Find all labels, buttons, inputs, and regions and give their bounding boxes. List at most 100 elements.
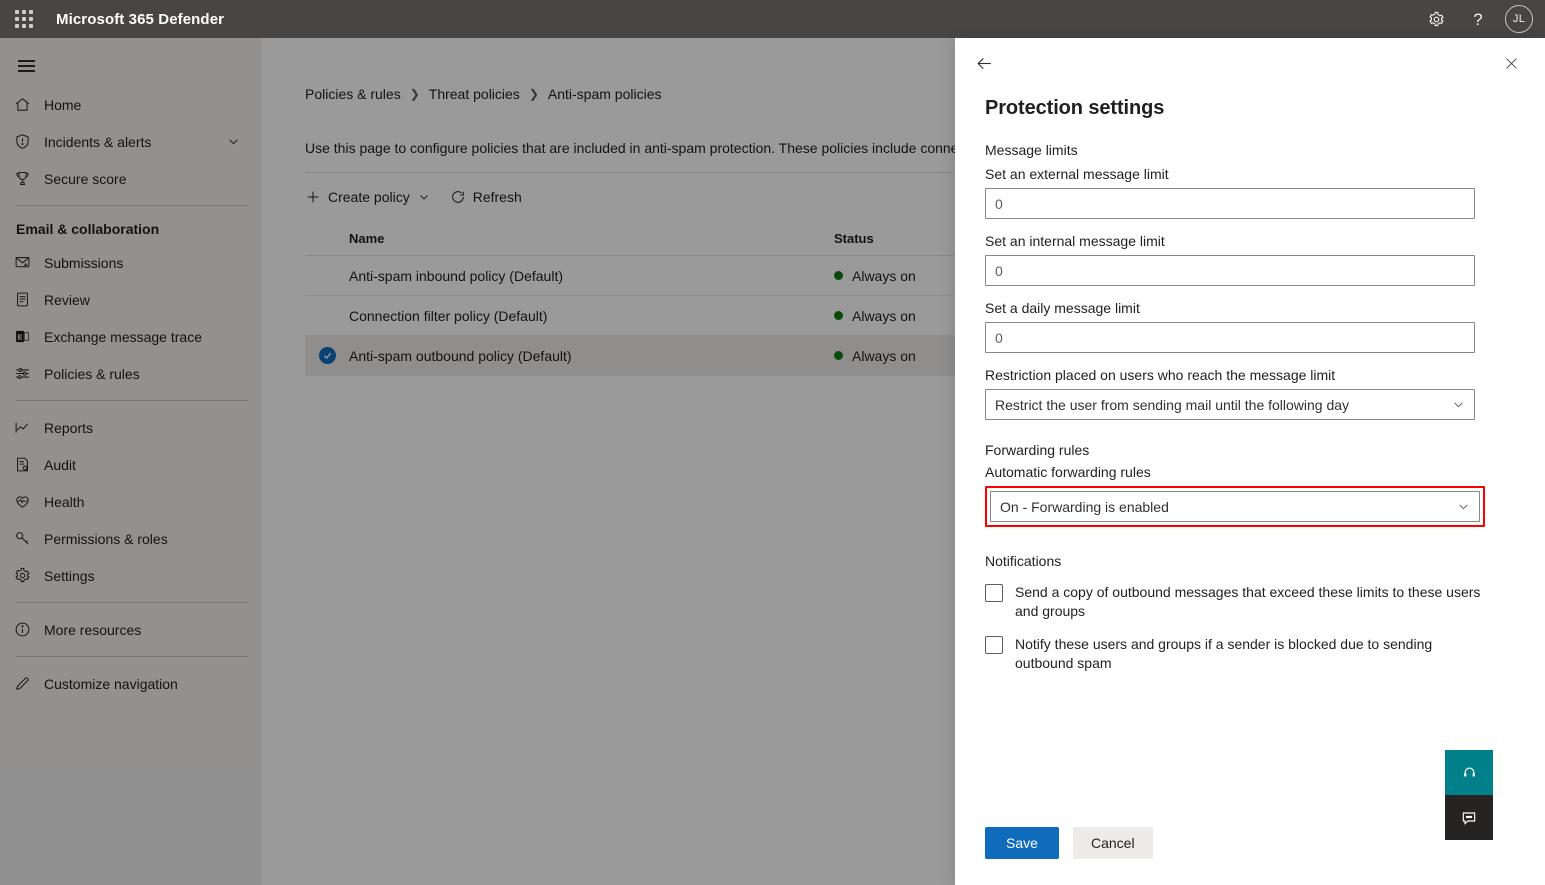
nav-divider — [16, 400, 248, 401]
sidebar-item-label: Reports — [44, 420, 93, 436]
sidebar-item-reports[interactable]: Reports — [0, 409, 262, 446]
sidebar-item-exchange-message-trace[interactable]: E Exchange message trace — [0, 318, 262, 355]
audit-document-icon — [14, 456, 44, 473]
daily-message-limit-input[interactable] — [985, 322, 1475, 353]
status-dot-icon — [834, 311, 843, 320]
daily-limit-label: Set a daily message limit — [985, 300, 1515, 316]
cancel-button[interactable]: Cancel — [1073, 827, 1153, 859]
sidebar-item-secure-score[interactable]: Secure score — [0, 160, 262, 197]
chevron-down-icon[interactable] — [227, 135, 240, 148]
breadcrumb-item-threat-policies[interactable]: Threat policies — [429, 86, 520, 102]
exchange-icon: E — [14, 328, 44, 345]
avatar[interactable]: JL — [1505, 5, 1533, 33]
automatic-forwarding-dropdown[interactable]: On - Forwarding is enabled — [990, 491, 1480, 522]
external-message-limit-input[interactable] — [985, 188, 1475, 219]
headset-icon[interactable] — [1445, 750, 1493, 795]
forwarding-selected-value: On - Forwarding is enabled — [1000, 499, 1457, 515]
refresh-button[interactable]: Refresh — [450, 189, 522, 205]
status-label: Always on — [852, 308, 916, 324]
close-icon[interactable] — [1495, 47, 1527, 79]
nav-divider — [16, 602, 248, 603]
back-arrow-icon[interactable] — [968, 47, 1000, 79]
sidebar-item-home[interactable]: Home — [0, 86, 262, 123]
create-policy-button[interactable]: Create policy — [305, 189, 430, 205]
sidebar-item-label: Review — [44, 292, 90, 308]
status-label: Always on — [852, 348, 916, 364]
sidebar-item-label: More resources — [44, 622, 141, 638]
suite-header-actions: ? JL — [1415, 0, 1545, 38]
sidebar-item-label: Audit — [44, 457, 76, 473]
sidebar-item-more-resources[interactable]: More resources — [0, 611, 262, 648]
nav-divider — [16, 656, 248, 657]
automatic-forwarding-label: Automatic forwarding rules — [985, 464, 1515, 480]
page-title: Protection settings — [955, 88, 1545, 120]
shield-alert-icon — [14, 133, 44, 150]
sidebar-item-review[interactable]: Review — [0, 281, 262, 318]
sidebar-item-audit[interactable]: Audit — [0, 446, 262, 483]
sidebar-item-label: Customize navigation — [44, 676, 178, 692]
sidebar-item-label: Incidents & alerts — [44, 134, 151, 150]
sidebar-item-label: Secure score — [44, 171, 126, 187]
question-mark-icon[interactable]: ? — [1457, 0, 1499, 38]
left-navigation: Home Incidents & alerts — [0, 38, 262, 885]
create-policy-label: Create policy — [328, 189, 410, 205]
status-label: Always on — [852, 268, 916, 284]
suite-title: Microsoft 365 Defender — [56, 11, 224, 28]
section-heading-message-limits: Message limits — [985, 142, 1515, 158]
app-launcher-icon[interactable] — [0, 0, 48, 38]
send-copy-checkbox[interactable] — [985, 584, 1003, 602]
panel-header — [955, 38, 1545, 88]
restriction-dropdown[interactable]: Restrict the user from sending mail unti… — [985, 389, 1475, 420]
info-circle-icon — [14, 621, 44, 638]
notification-checkbox-row[interactable]: Send a copy of outbound messages that ex… — [985, 583, 1515, 621]
chevron-down-icon — [1457, 500, 1470, 513]
notify-blocked-sender-label: Notify these users and groups if a sende… — [1015, 635, 1493, 673]
chart-line-icon — [14, 419, 44, 436]
nav-divider — [16, 205, 248, 206]
external-limit-label: Set an external message limit — [985, 166, 1515, 182]
key-icon — [14, 530, 44, 547]
policy-name[interactable]: Connection filter policy (Default) — [349, 308, 834, 324]
status-dot-icon — [834, 351, 843, 360]
row-checkbox[interactable] — [305, 347, 349, 364]
sidebar-item-submissions[interactable]: Submissions — [0, 244, 262, 281]
policy-name[interactable]: Anti-spam outbound policy (Default) — [349, 348, 834, 364]
internal-message-limit-input[interactable] — [985, 255, 1475, 286]
nav-group-heading: Email & collaboration — [0, 214, 262, 244]
policy-name[interactable]: Anti-spam inbound policy (Default) — [349, 268, 834, 284]
sidebar-item-customize-navigation[interactable]: Customize navigation — [0, 665, 262, 702]
notification-checkbox-row[interactable]: Notify these users and groups if a sende… — [985, 635, 1515, 673]
breadcrumb-item-anti-spam-policies: Anti-spam policies — [548, 86, 662, 102]
restriction-dropdown-wrapper: Restrict the user from sending mail unti… — [985, 389, 1475, 420]
gear-icon[interactable] — [1415, 0, 1457, 38]
restriction-label: Restriction placed on users who reach th… — [985, 367, 1515, 383]
sidebar-item-label: Policies & rules — [44, 366, 140, 382]
sidebar-item-health[interactable]: Health — [0, 483, 262, 520]
column-header-name[interactable]: Name — [349, 231, 834, 246]
sidebar-item-policies-rules[interactable]: Policies & rules — [0, 355, 262, 392]
suite-header-bar: Microsoft 365 Defender ? JL — [0, 0, 1545, 38]
sidebar-item-label: Exchange message trace — [44, 329, 202, 345]
sidebar-item-incidents-alerts[interactable]: Incidents & alerts — [0, 123, 262, 160]
sidebar-item-label: Permissions & roles — [44, 531, 168, 547]
save-button[interactable]: Save — [985, 827, 1059, 859]
floating-help-widget — [1445, 750, 1493, 840]
breadcrumb-item-policies-rules[interactable]: Policies & rules — [305, 86, 401, 102]
section-heading-forwarding-rules: Forwarding rules — [985, 442, 1515, 458]
sidebar-item-settings[interactable]: Settings — [0, 557, 262, 594]
sidebar-item-permissions-roles[interactable]: Permissions & roles — [0, 520, 262, 557]
status-dot-icon — [834, 271, 843, 280]
feedback-chat-icon[interactable] — [1445, 795, 1493, 840]
plus-icon — [305, 189, 321, 205]
notify-blocked-sender-checkbox[interactable] — [985, 636, 1003, 654]
internal-limit-label: Set an internal message limit — [985, 233, 1515, 249]
refresh-icon — [450, 189, 466, 205]
pencil-icon — [14, 675, 44, 692]
forwarding-highlight-annotation: On - Forwarding is enabled — [985, 486, 1485, 527]
chevron-right-icon: ❯ — [529, 87, 539, 101]
gear-icon — [14, 567, 44, 584]
chevron-down-icon[interactable] — [418, 191, 430, 203]
hamburger-icon[interactable] — [4, 46, 48, 86]
panel-body: Message limits Set an external message l… — [955, 120, 1545, 827]
sidebar-item-label: Submissions — [44, 255, 123, 271]
